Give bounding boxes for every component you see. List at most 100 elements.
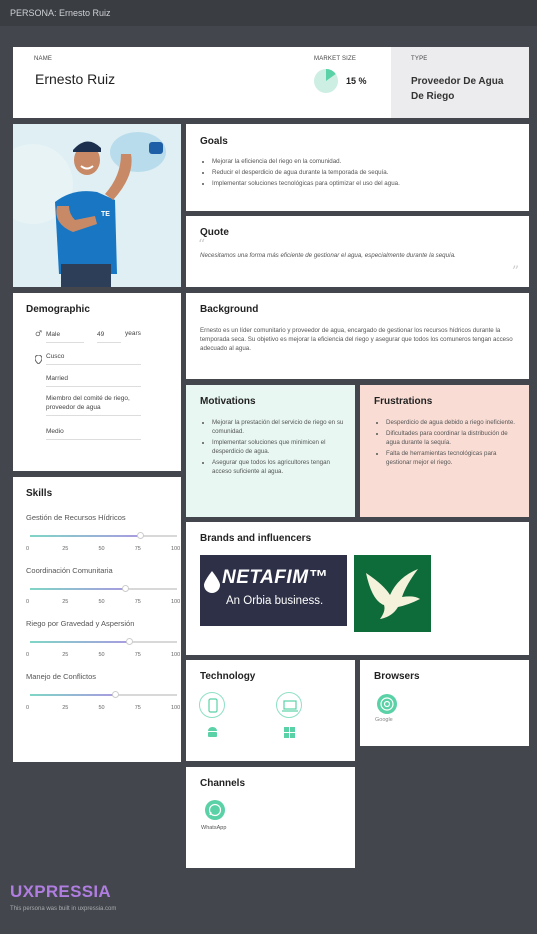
name-label: NAME (34, 56, 53, 62)
netafim-subtitle: An Orbia business. (226, 595, 324, 607)
android-icon (207, 725, 218, 743)
list-item: Asegurar que todos los agricultores teng… (212, 458, 348, 476)
mobile-phone-icon (199, 692, 225, 718)
tick-label: 75 (134, 546, 141, 552)
technology-card: Technology (186, 660, 355, 761)
channels-card: Channels WhatsApp (186, 767, 355, 868)
whatsapp-icon (205, 800, 225, 820)
technology-title: Technology (200, 671, 256, 682)
persona-photo: TE (13, 124, 181, 287)
list-item: Implementar soluciones tecnológicas para… (212, 179, 518, 188)
footer-note: This persona was built in uxpressia.com (10, 906, 117, 912)
market-size-value: 15 % (346, 76, 367, 86)
tick-label: 0 (26, 652, 30, 658)
background-card: Background Ernesto es un líder comunitar… (186, 293, 529, 379)
channels-title: Channels (200, 778, 246, 789)
type-value: Proveedor De Agua De Riego (411, 76, 504, 102)
tick-label: 100 (171, 546, 181, 552)
bird-icon (366, 569, 420, 619)
skill-knob[interactable] (126, 638, 134, 645)
quote-text: Necesitamos una forma más eficiente de g… (200, 252, 456, 259)
browsers-title: Browsers (374, 671, 420, 682)
background-text: Ernesto es un líder comunitario y provee… (200, 327, 513, 352)
motivations-list: Mejorar la prestación del servicio de ri… (198, 418, 348, 478)
header-card: NAME Ernesto Ruiz MARKET SIZE 15 % TYPE … (13, 47, 529, 118)
droplet-icon (204, 571, 220, 593)
skill-knob[interactable] (122, 585, 130, 592)
skill-slider[interactable] (30, 585, 177, 592)
tick-label: 50 (98, 705, 105, 711)
close-quote-icon: ” (511, 264, 519, 280)
frustrations-list: Desperdicio de agua debido a riego inefi… (372, 418, 522, 469)
whatsapp-label: WhatsApp (201, 825, 227, 831)
income-field: Medio (46, 427, 141, 440)
skill-name: Riego por Gravedad y Aspersión (26, 619, 135, 628)
quote-card: Quote “ Necesitamos una forma más eficie… (186, 216, 529, 287)
netafim-name: NETAFIM™ (222, 567, 329, 588)
status-field: Married (46, 374, 141, 387)
list-item: Dificultades para coordinar la distribuc… (386, 429, 522, 447)
tick-label: 0 (26, 705, 30, 711)
market-size-label: MARKET SIZE (314, 56, 357, 62)
frustrations-card: Frustrations Desperdicio de agua debido … (360, 385, 529, 517)
skill-name: Gestión de Recursos Hídricos (26, 513, 126, 522)
age-field: 49 (97, 330, 121, 343)
tick-label: 50 (98, 652, 105, 658)
skill-slider[interactable] (30, 532, 177, 539)
location-field: Cusco (46, 352, 141, 365)
skill-fill (30, 535, 141, 537)
list-item: Desperdicio de agua debido a riego inefi… (386, 418, 522, 427)
chrome-icon (377, 694, 397, 714)
role-field: Miembro del comité de riego, proveedor d… (46, 394, 141, 416)
brands-title: Brands and influencers (200, 533, 312, 544)
tick-label: 25 (62, 546, 69, 552)
frustrations-title: Frustrations (374, 396, 433, 407)
tick-label: 75 (134, 652, 141, 658)
tick-label: 100 (171, 705, 181, 711)
skills-title: Skills (26, 488, 53, 499)
netafim-logo[interactable]: NETAFIM™ An Orbia business. (200, 555, 347, 626)
skill-knob[interactable] (111, 691, 119, 698)
tick-label: 0 (26, 599, 30, 605)
list-item: Mejorar la prestación del servicio de ri… (212, 418, 348, 436)
male-icon: ♂ (35, 329, 43, 338)
list-item: Mejorar la eficiencia del riego en la co… (212, 157, 518, 166)
tick-label: 100 (171, 599, 181, 605)
skill-fill (30, 588, 126, 590)
goals-list: Mejorar la eficiencia del riego en la co… (198, 157, 518, 190)
tick-label: 25 (62, 705, 69, 711)
gender-field: Male (46, 330, 84, 343)
skills-card: Skills Gestión de Recursos Hídricos 0 25 50… (13, 477, 181, 762)
tick-label: 25 (62, 652, 69, 658)
persona-title: PERSONA: Ernesto Ruiz (10, 8, 111, 18)
motivations-card: Motivations Mejorar la prestación del se… (186, 385, 355, 517)
skill-fill (30, 694, 116, 696)
tick-label: 50 (98, 546, 105, 552)
footer-brand[interactable]: UXPRESSIA (10, 882, 111, 902)
location-pin-icon (34, 351, 43, 369)
brands-card: Brands and influencers NETAFIM™ An Orbia… (186, 522, 529, 655)
type-label: TYPE (411, 56, 428, 62)
skill-knob[interactable] (136, 532, 144, 539)
tick-label: 100 (171, 652, 181, 658)
skill-fill (30, 641, 130, 643)
goals-title: Goals (200, 136, 228, 147)
skill-slider[interactable] (30, 691, 177, 698)
skill-name: Coordinación Comunitaria (26, 566, 113, 575)
demographic-title: Demographic (26, 304, 90, 315)
tick-label: 75 (134, 599, 141, 605)
background-title: Background (200, 304, 259, 315)
skill-name: Manejo de Conflictos (26, 672, 97, 681)
tick-label: 25 (62, 599, 69, 605)
list-item: Reducir el desperdicio de agua durante l… (212, 168, 518, 177)
list-item: Falta de herramientas tecnológicas para … (386, 449, 522, 467)
bird-logo[interactable] (354, 555, 431, 632)
tick-label: 75 (134, 705, 141, 711)
google-label: Google (375, 717, 393, 723)
svg-text:TE: TE (101, 211, 110, 218)
skill-slider[interactable] (30, 638, 177, 645)
tick-label: 0 (26, 546, 30, 552)
age-unit: years (125, 330, 141, 337)
goals-card: Goals Mejorar la eficiencia del riego en… (186, 124, 529, 211)
tick-label: 50 (98, 599, 105, 605)
